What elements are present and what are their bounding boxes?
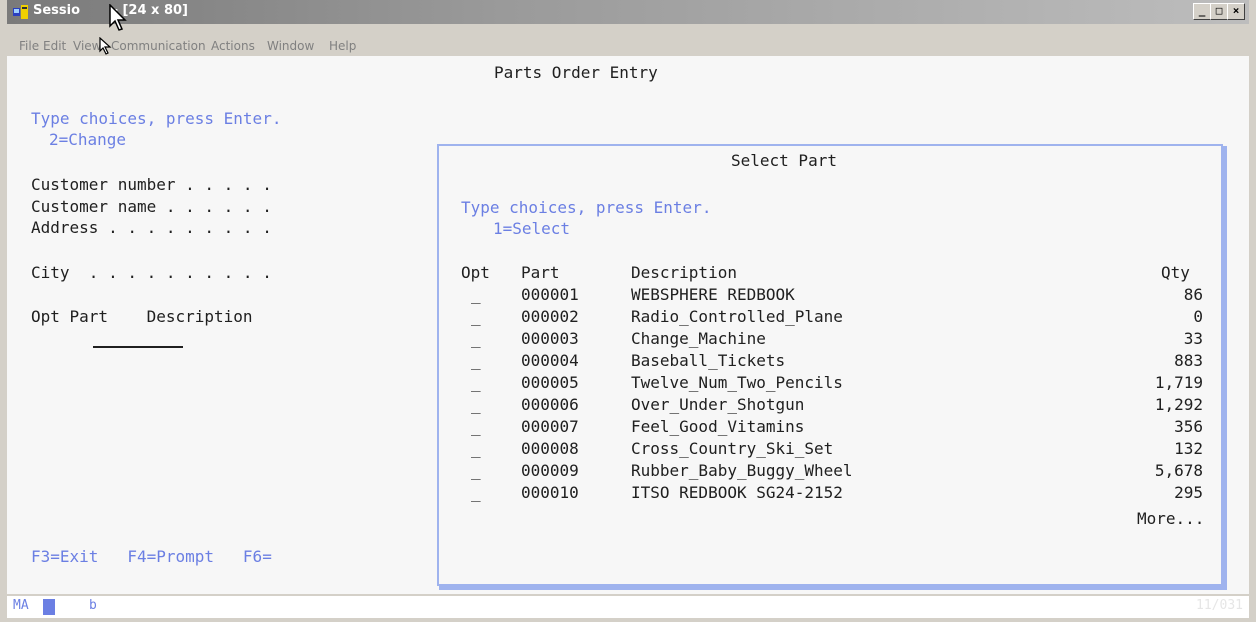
row-description: Change_Machine xyxy=(631,329,766,348)
row-part-number: 000006 xyxy=(521,395,579,414)
row-description: WEBSPHERE REDBOOK xyxy=(631,285,795,304)
function-keys: F3=Exit F4=Prompt F6= xyxy=(31,547,272,566)
header-qty: Qty xyxy=(1161,263,1190,282)
popup-shadow-right xyxy=(1223,146,1227,590)
row-qty: 356 xyxy=(1174,417,1203,436)
row-description: Baseball_Tickets xyxy=(631,351,786,370)
menu-communication[interactable]: Communication xyxy=(111,39,206,53)
mouse-pointer-icon xyxy=(109,4,127,31)
row-description: Radio_Controlled_Plane xyxy=(631,307,843,326)
row-part-number: 000004 xyxy=(521,351,579,370)
popup-instructions: Type choices, press Enter. xyxy=(461,198,712,217)
header-description: Description xyxy=(631,263,737,282)
row-opt-input[interactable]: _ xyxy=(471,328,481,350)
maximize-button[interactable]: □ xyxy=(1210,3,1228,20)
row-part-number: 000010 xyxy=(521,483,579,502)
row-opt-input[interactable]: _ xyxy=(471,372,481,394)
row-description: Twelve_Num_Two_Pencils xyxy=(631,373,843,392)
popup-shadow-bottom xyxy=(439,586,1226,590)
app-icon xyxy=(13,5,28,19)
row-qty: 883 xyxy=(1174,351,1203,370)
part-input-field[interactable] xyxy=(93,346,183,348)
status-bar: MA b 11/031 xyxy=(7,596,1249,618)
menu-edit[interactable]: Edit xyxy=(43,39,66,53)
list-header: Opt Part Description xyxy=(31,307,253,326)
emulator-window: Sessio - [24 x 80] _ □ × File Edit View … xyxy=(0,0,1256,622)
row-opt-input[interactable]: _ xyxy=(471,394,481,416)
row-qty: 132 xyxy=(1174,439,1203,458)
row-part-number: 000002 xyxy=(521,307,579,326)
menu-window[interactable]: Window xyxy=(267,39,314,53)
label-customer-name: Customer name . . . . . . xyxy=(31,197,272,216)
row-opt-input[interactable]: _ xyxy=(471,438,481,460)
row-qty: 295 xyxy=(1174,483,1203,502)
row-qty: 1,719 xyxy=(1154,373,1203,392)
menu-file[interactable]: File xyxy=(19,39,39,53)
close-button[interactable]: × xyxy=(1227,3,1245,20)
row-opt-input[interactable]: _ xyxy=(471,306,481,328)
row-opt-input[interactable]: _ xyxy=(471,482,481,504)
screen-instructions: Type choices, press Enter. xyxy=(31,109,282,128)
row-part-number: 000001 xyxy=(521,285,579,304)
screen-option-hint: 2=Change xyxy=(49,130,127,149)
popup-title: Select Part xyxy=(731,151,837,170)
status-session-letter: b xyxy=(89,598,97,613)
label-customer-number: Customer number . . . . . xyxy=(31,175,272,194)
row-description: Cross_Country_Ski_Set xyxy=(631,439,834,458)
header-part: Part xyxy=(521,263,560,282)
select-part-window: Select Part Type choices, press Enter. 1… xyxy=(437,144,1223,586)
status-mode: MA xyxy=(13,598,29,613)
row-part-number: 000007 xyxy=(521,417,579,436)
row-opt-input[interactable]: _ xyxy=(471,460,481,482)
row-qty: 33 xyxy=(1183,329,1203,348)
menu-help[interactable]: Help xyxy=(329,39,356,53)
row-opt-input[interactable]: _ xyxy=(471,416,481,438)
row-description: Over_Under_Shotgun xyxy=(631,395,805,414)
more-indicator: More... xyxy=(1137,509,1205,528)
screen-title: Parts Order Entry xyxy=(494,63,658,82)
row-part-number: 000005 xyxy=(521,373,579,392)
menu-actions[interactable]: Actions xyxy=(211,39,255,53)
label-address: Address . . . . . . . . . xyxy=(31,218,272,237)
row-qty: 5,678 xyxy=(1154,461,1203,480)
minimize-button[interactable]: _ xyxy=(1193,3,1211,20)
popup-option-hint: 1=Select xyxy=(493,219,571,238)
row-qty: 0 xyxy=(1193,307,1203,326)
row-part-number: 000009 xyxy=(521,461,579,480)
row-part-number: 000003 xyxy=(521,329,579,348)
row-description: Feel_Good_Vitamins xyxy=(631,417,805,436)
row-qty: 1,292 xyxy=(1154,395,1203,414)
title-bar[interactable]: Sessio - [24 x 80] _ □ × xyxy=(7,0,1249,24)
row-qty: 86 xyxy=(1183,285,1203,304)
row-description: Rubber_Baby_Buggy_Wheel xyxy=(631,461,853,480)
status-cursor-position: 11/031 xyxy=(1196,598,1243,613)
row-opt-input[interactable]: _ xyxy=(471,284,481,306)
row-part-number: 000008 xyxy=(521,439,579,458)
menu-bar: File Edit View Communication Actions Win… xyxy=(7,37,1249,55)
row-opt-input[interactable]: _ xyxy=(471,350,481,372)
header-opt: Opt xyxy=(461,263,490,282)
row-description: ITSO REDBOOK SG24-2152 xyxy=(631,483,843,502)
mouse-pointer-icon xyxy=(99,37,112,55)
label-city: City . . . . . . . . . . xyxy=(31,263,272,282)
status-cursor-block xyxy=(43,599,55,615)
